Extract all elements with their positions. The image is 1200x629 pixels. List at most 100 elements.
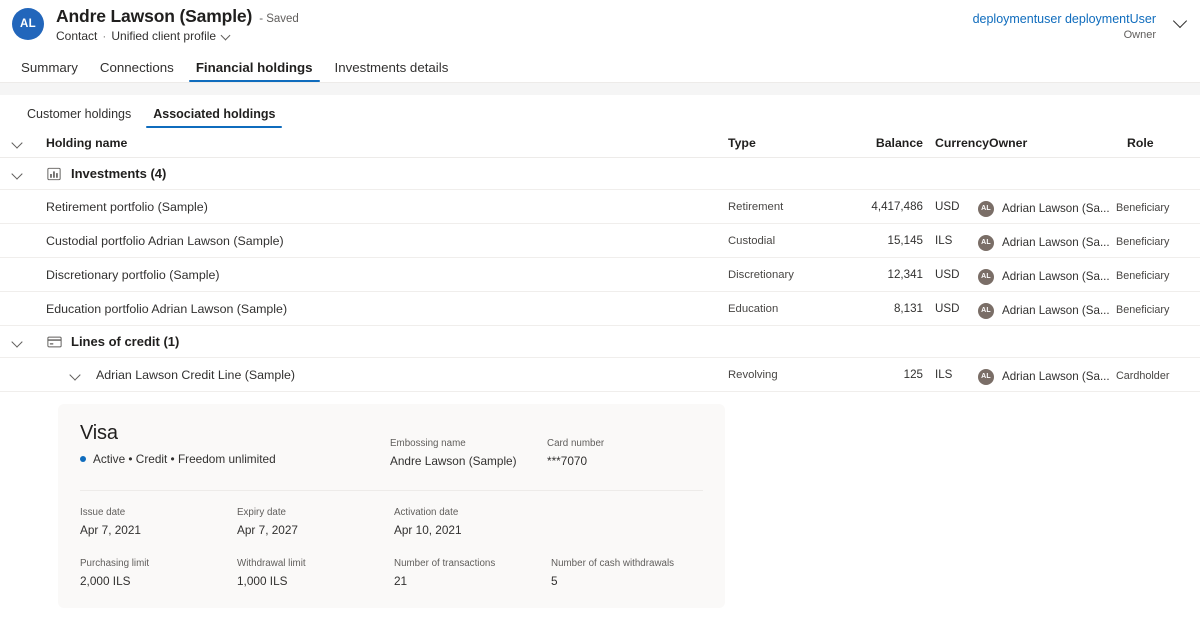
holding-currency: USD (935, 302, 960, 315)
chevron-down-icon[interactable] (70, 369, 82, 381)
table-body: Investments (4) Retirement portfolio (Sam… (0, 158, 1200, 392)
table-row[interactable]: Adrian Lawson Credit Line (Sample) Revolv… (0, 358, 1200, 392)
holding-balance: 4,417,486 (871, 200, 923, 213)
credit-card-icon (46, 334, 62, 350)
column-header-owner[interactable]: Owner (989, 136, 1124, 150)
holding-role: Beneficiary (1116, 303, 1170, 316)
holding-name-link[interactable]: Discretionary portfolio (Sample) (38, 268, 220, 282)
group-header-row[interactable]: Investments (4) (0, 158, 1200, 190)
card-field-label: Expiry date (237, 507, 287, 518)
group-name-cell: Investments (4) (38, 166, 728, 182)
card-field: Purchasing limit 2,000 ILS (80, 558, 237, 588)
holding-name-link[interactable]: Retirement portfolio (Sample) (38, 200, 208, 214)
holding-role-cell: Beneficiary (1113, 300, 1200, 318)
card-field-value: 1,000 ILS (237, 574, 288, 588)
holding-name-cell: Discretionary portfolio (Sample) (38, 268, 728, 282)
holding-type: Discretionary (728, 268, 794, 281)
group-label-text: Investments (4) (71, 166, 167, 181)
form-selector-label[interactable]: Unified client profile (111, 29, 216, 43)
group-expand-cell[interactable] (10, 168, 38, 180)
subtab-customer-holdings[interactable]: Customer holdings (18, 107, 140, 128)
owner-name: Adrian Lawson (Sa... (1002, 370, 1110, 383)
tab-investments-details[interactable]: Investments details (326, 60, 458, 82)
card-status-line: Active • Credit • Freedom unlimited (80, 452, 390, 466)
holding-name-link[interactable]: Education portfolio Adrian Lawson (Sampl… (38, 302, 287, 316)
holding-type: Education (728, 302, 779, 315)
chevron-down-icon[interactable] (222, 31, 231, 40)
holding-owner-cell: AL Adrian Lawson (Sa... (978, 265, 1113, 285)
owner-chip[interactable]: AL Adrian Lawson (Sa... (978, 200, 1110, 217)
record-subtitle: Contact · Unified client profile (56, 29, 299, 43)
record-header: AL Andre Lawson (Sample) - Saved Contact… (0, 0, 1200, 49)
chevron-down-icon[interactable] (1174, 14, 1188, 28)
record-title-block: Andre Lawson (Sample) - Saved Contact · … (56, 6, 299, 43)
holding-role: Beneficiary (1116, 201, 1170, 214)
owner-chip[interactable]: AL Adrian Lawson (Sa... (978, 268, 1110, 285)
owner-section: deploymentuser deploymentUser Owner (973, 12, 1188, 42)
tab-summary[interactable]: Summary (12, 60, 87, 82)
holding-role-cell: Cardholder (1113, 366, 1200, 384)
table-row[interactable]: Custodial portfolio Adrian Lawson (Sampl… (0, 224, 1200, 258)
tab-connections[interactable]: Connections (91, 60, 183, 82)
subtitle-separator: · (102, 29, 107, 43)
card-field-label: Number of transactions (394, 558, 496, 569)
table-row[interactable]: Education portfolio Adrian Lawson (Sampl… (0, 292, 1200, 326)
column-header-balance[interactable]: Balance (848, 136, 923, 150)
owner-info: deploymentuser deploymentUser Owner (973, 12, 1156, 42)
owner-chip[interactable]: AL Adrian Lawson (Sa... (978, 368, 1110, 385)
holding-name-cell: Education portfolio Adrian Lawson (Sampl… (38, 302, 728, 316)
group-label-text: Lines of credit (1) (71, 334, 180, 349)
owner-name: Adrian Lawson (Sa... (1002, 270, 1110, 283)
owner-chip[interactable]: AL Adrian Lawson (Sa... (978, 234, 1110, 251)
group-expand-cell[interactable] (10, 336, 38, 348)
holding-type: Custodial (728, 234, 776, 247)
expand-all-cell[interactable] (10, 137, 38, 149)
card-field-label: Number of cash withdrawals (551, 558, 675, 569)
holding-name-link[interactable]: Adrian Lawson Credit Line (Sample) (88, 368, 295, 382)
holding-role: Beneficiary (1116, 235, 1170, 248)
column-header-currency[interactable]: Currency (923, 136, 989, 150)
card-field: Embossing name Andre Lawson (Sample) (390, 438, 547, 468)
owner-chip[interactable]: AL Adrian Lawson (Sa... (978, 302, 1110, 319)
column-header-role[interactable]: Role (1124, 136, 1200, 150)
holding-owner-cell: AL Adrian Lawson (Sa... (978, 299, 1113, 319)
chevron-down-icon[interactable] (12, 137, 24, 149)
owner-name-link[interactable]: deploymentuser deploymentUser (973, 12, 1156, 28)
table-row[interactable]: Retirement portfolio (Sample) Retirement 4… (0, 190, 1200, 224)
column-header-name[interactable]: Holding name (38, 136, 728, 150)
chevron-down-icon[interactable] (12, 168, 24, 180)
chevron-down-icon[interactable] (12, 336, 24, 348)
holding-currency: ILS (935, 234, 953, 247)
financial-holdings-panel: Customer holdings Associated holdings Hol… (0, 95, 1200, 608)
holding-role-cell: Beneficiary (1113, 266, 1200, 284)
holding-balance: 12,341 (887, 268, 923, 281)
holding-balance: 15,145 (887, 234, 923, 247)
owner-role-label: Owner (1123, 28, 1156, 41)
avatar: AL (978, 200, 994, 217)
save-status: - Saved (259, 13, 299, 25)
card-field-value: 21 (394, 574, 408, 588)
avatar: AL (12, 8, 44, 40)
holding-role-cell: Beneficiary (1113, 232, 1200, 250)
holding-name-link[interactable]: Custodial portfolio Adrian Lawson (Sampl… (38, 234, 284, 248)
card-field-label: Purchasing limit (80, 558, 150, 569)
card-field-value: Apr 10, 2021 (394, 523, 462, 537)
holding-currency: USD (935, 268, 960, 281)
card-field-value: Andre Lawson (Sample) (390, 454, 517, 468)
table-row[interactable]: Discretionary portfolio (Sample) Discreti… (0, 258, 1200, 292)
group-label: Investments (4) (38, 166, 166, 182)
group-header-row[interactable]: Lines of credit (1) (0, 326, 1200, 358)
column-header-type[interactable]: Type (728, 136, 848, 150)
subtab-associated-holdings[interactable]: Associated holdings (144, 107, 284, 128)
card-detail-top: Visa Active • Credit • Freedom unlimited… (80, 422, 703, 468)
card-field-label: Issue date (80, 507, 126, 518)
page-title: Andre Lawson (Sample) (56, 6, 253, 26)
card-field: Number of transactions 21 (394, 558, 551, 588)
content-gap (0, 83, 1200, 95)
card-field-value: ***7070 (547, 454, 588, 468)
tab-financial-holdings[interactable]: Financial holdings (187, 60, 322, 83)
holding-name-cell: Adrian Lawson Credit Line (Sample) (38, 368, 728, 382)
owner-name: Adrian Lawson (Sa... (1002, 304, 1110, 317)
card-field: Withdrawal limit 1,000 ILS (237, 558, 394, 588)
holding-currency: USD (935, 200, 960, 213)
